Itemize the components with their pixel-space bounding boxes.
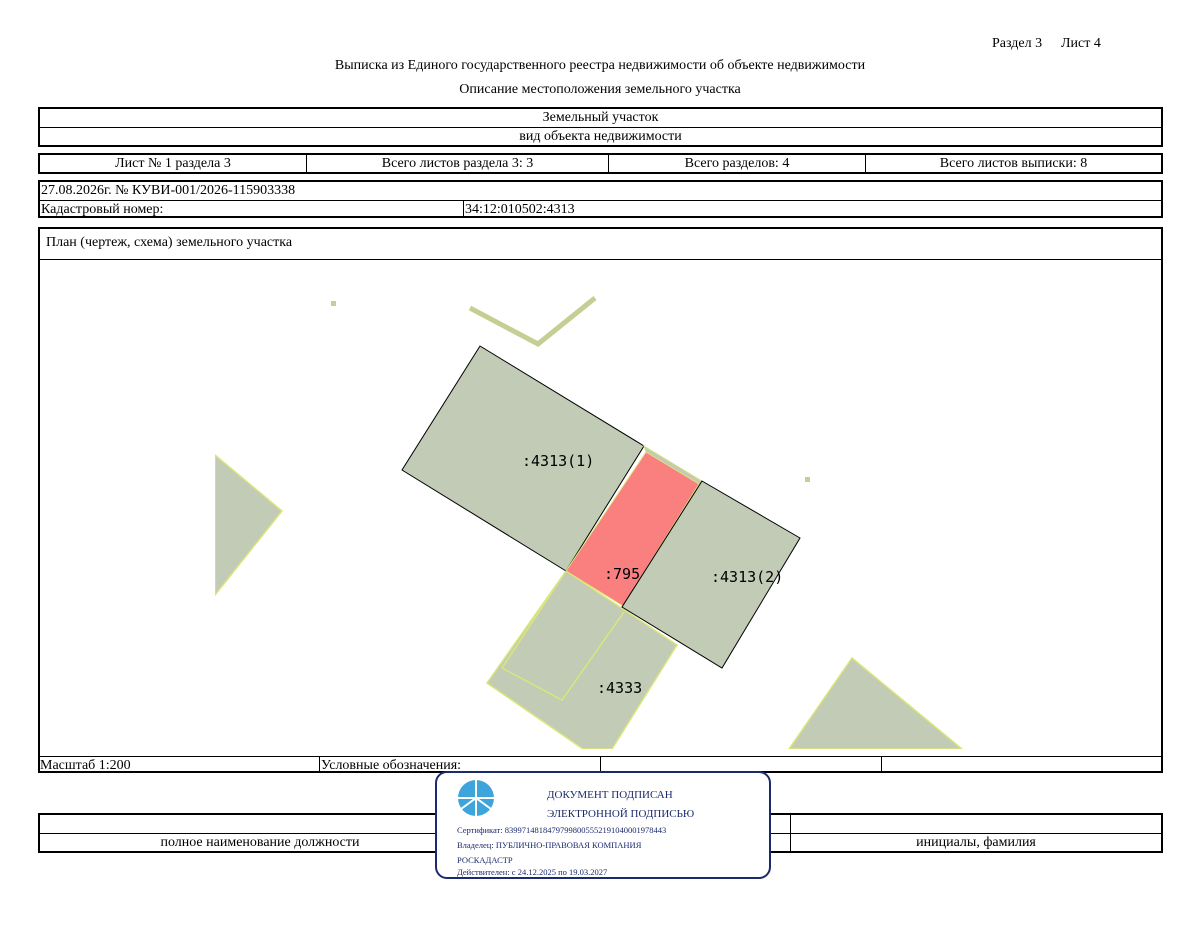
position-caption: полное наименование должности — [160, 835, 360, 850]
boundary-point — [331, 301, 336, 306]
stamp-line-2: ЭЛЕКТРОННОЙ ПОДПИСЬЮ — [547, 808, 695, 820]
parcel-left — [215, 454, 284, 597]
label-4313-2: :4313(2) — [711, 568, 783, 586]
stamp-line-1: ДОКУМЕНТ ПОДПИСАН — [547, 789, 673, 801]
stamp-owner: Владелец: ПУБЛИЧНО-ПРАВОВАЯ КОМПАНИЯ — [457, 840, 642, 850]
boundary-point — [805, 477, 810, 482]
parcel-bottom-right — [788, 656, 964, 749]
label-4333: :4333 — [597, 679, 642, 697]
rosreestr-logo-icon — [458, 780, 494, 816]
stamp-valid: Действителен: с 24.12.2025 по 19.03.2027 — [457, 867, 608, 877]
label-795: :795 — [604, 565, 640, 583]
label-4313-1: :4313(1) — [522, 452, 594, 470]
electronic-signature-stamp: ДОКУМЕНТ ПОДПИСАН ЭЛЕКТРОННОЙ ПОДПИСЬЮ С… — [435, 771, 771, 879]
stamp-owner-cont: РОСКАДАСТР — [457, 855, 513, 865]
name-caption: инициалы, фамилия — [916, 835, 1036, 850]
stamp-certificate: Сертификат: 8399714818479799800555219104… — [457, 825, 667, 835]
boundary-line-top — [468, 296, 597, 347]
